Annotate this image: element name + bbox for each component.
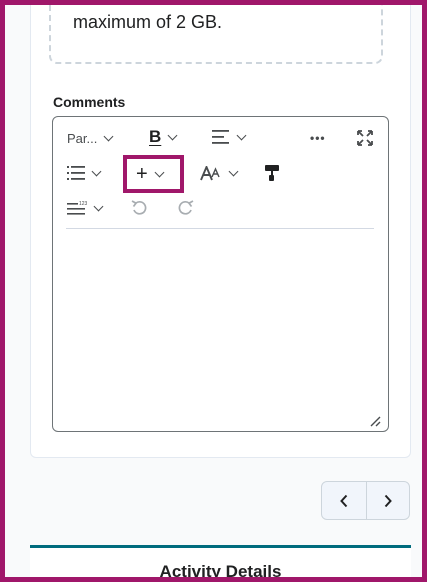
align-icon (212, 130, 229, 144)
chevron-down-icon (228, 166, 239, 177)
redo-icon (178, 200, 194, 215)
list-dropdown[interactable] (67, 166, 102, 180)
undo-button[interactable] (131, 200, 147, 217)
chevron-left-icon (339, 494, 347, 507)
redo-button[interactable] (178, 200, 194, 217)
font-size-icon (200, 166, 220, 181)
format-painter-button[interactable] (264, 164, 280, 182)
activity-details-title: Activity Details (159, 562, 282, 581)
toolbar-divider (66, 228, 374, 229)
line-height-icon: 123 (67, 201, 87, 215)
more-actions-button[interactable]: ••• (310, 131, 326, 145)
comments-editor[interactable] (52, 116, 389, 432)
undo-icon (131, 200, 147, 215)
pager-controls (321, 481, 410, 520)
font-size-dropdown[interactable] (200, 166, 239, 181)
activity-details-panel: Activity Details (30, 545, 411, 581)
paragraph-format-label: Par... (67, 131, 98, 146)
resize-handle-icon[interactable] (367, 413, 381, 427)
more-icon: ••• (310, 131, 326, 145)
next-button[interactable] (365, 482, 410, 519)
chevron-right-icon (384, 494, 392, 507)
chevron-down-icon (93, 201, 104, 211)
paragraph-format-dropdown[interactable]: Par... (67, 131, 114, 146)
chevron-down-icon (91, 166, 102, 176)
fullscreen-icon (357, 130, 373, 146)
format-painter-icon (265, 165, 279, 181)
upload-limit-text: maximum of 2 GB. (73, 12, 223, 32)
comments-label: Comments (53, 94, 126, 110)
bold-dropdown[interactable]: B (149, 127, 178, 147)
svg-text:123: 123 (79, 201, 87, 207)
chevron-down-icon (103, 131, 114, 142)
bold-icon: B (149, 127, 162, 146)
align-dropdown[interactable] (212, 130, 247, 144)
fullscreen-button[interactable] (357, 130, 373, 146)
list-icon (67, 166, 85, 180)
chevron-down-icon (167, 130, 178, 140)
line-height-dropdown[interactable]: 123 (67, 201, 104, 215)
insert-highlight-box (123, 155, 184, 193)
previous-button[interactable] (322, 482, 366, 519)
chevron-down-icon (236, 130, 247, 140)
